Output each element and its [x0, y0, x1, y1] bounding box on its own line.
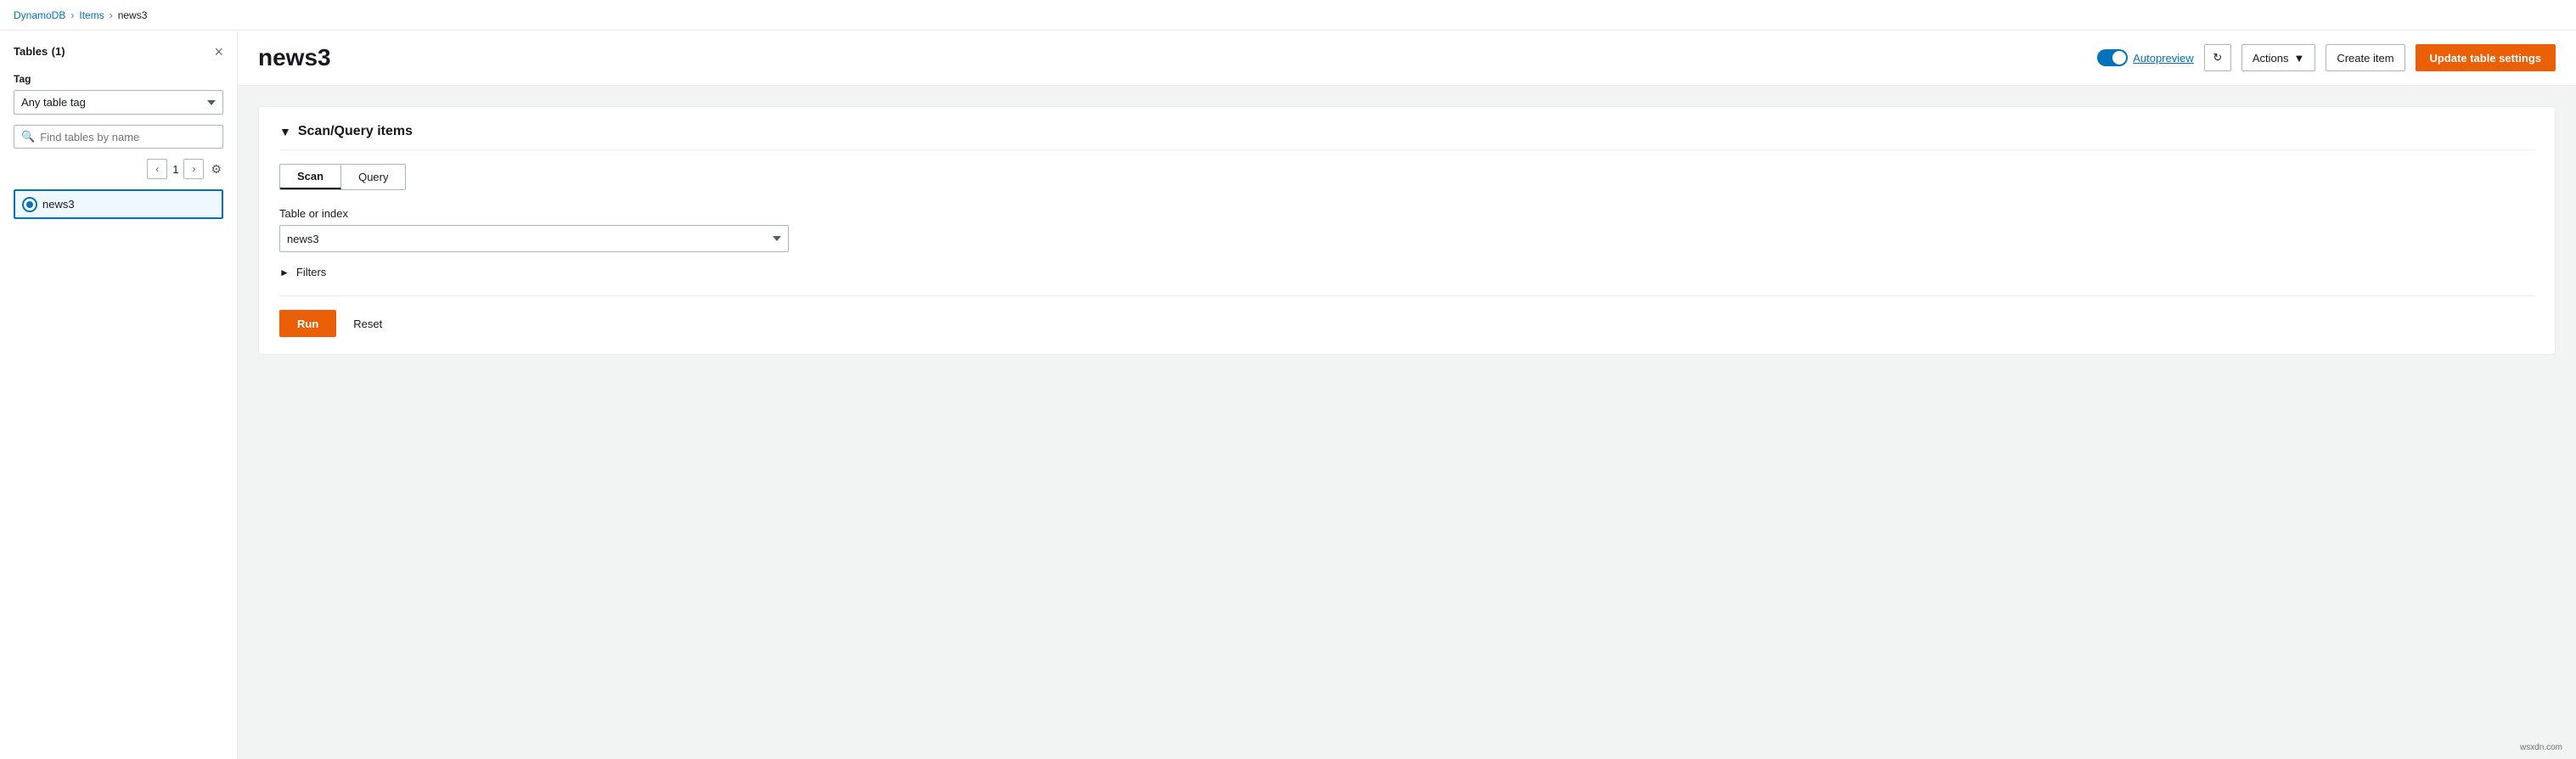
table-select-row: news3: [279, 225, 2534, 252]
breadcrumb-items[interactable]: Items: [79, 9, 104, 21]
header-actions: Autopreview ↻ Actions ▼ Create item Upda…: [2097, 44, 2556, 71]
create-item-button[interactable]: Create item: [2326, 44, 2404, 71]
footer-credit: wsxdn.com: [2513, 739, 2569, 756]
sidebar-title: Tables (1): [14, 44, 65, 59]
tab-query[interactable]: Query: [341, 165, 405, 189]
table-settings-button[interactable]: ⚙: [209, 160, 223, 178]
reset-button[interactable]: Reset: [346, 310, 389, 337]
next-page-button[interactable]: ›: [183, 159, 204, 179]
sidebar: Tables (1) × Tag Any table tag 🔍 ‹ 1 › ⚙…: [0, 31, 238, 759]
breadcrumb-dynamodb[interactable]: DynamoDB: [14, 9, 65, 21]
main-content: ▼ Scan/Query items Scan Query Table or i…: [238, 86, 2576, 759]
table-radio-selected: [24, 199, 36, 211]
main-layout: Tables (1) × Tag Any table tag 🔍 ‹ 1 › ⚙…: [0, 31, 2576, 759]
tab-scan[interactable]: Scan: [280, 165, 341, 189]
toggle-knob: [2112, 51, 2126, 65]
card-title: Scan/Query items: [298, 124, 413, 139]
table-index-select[interactable]: news3: [279, 225, 789, 252]
page-number: 1: [172, 163, 178, 176]
autopreview-label[interactable]: Autopreview: [2133, 52, 2194, 65]
refresh-button[interactable]: ↻: [2204, 44, 2231, 71]
search-icon: 🔍: [21, 130, 35, 143]
run-button[interactable]: Run: [279, 310, 336, 337]
scan-query-tab-group: Scan Query: [279, 164, 406, 190]
breadcrumb-sep-1: ›: [70, 9, 74, 21]
tag-select[interactable]: Any table tag: [14, 90, 223, 115]
actions-label: Actions: [2253, 52, 2289, 65]
autopreview-toggle[interactable]: Autopreview: [2097, 49, 2194, 66]
search-input[interactable]: [40, 131, 216, 143]
table-index-label: Table or index: [279, 207, 2534, 220]
breadcrumb: DynamoDB › Items › news3: [0, 0, 2576, 31]
table-index-field: Table or index news3: [279, 207, 2534, 252]
pagination-row: ‹ 1 › ⚙: [14, 159, 223, 179]
page-title: news3: [258, 44, 331, 71]
sidebar-header: Tables (1) ×: [14, 44, 223, 59]
card-header: ▼ Scan/Query items: [279, 124, 2534, 150]
content-area: news3 Autopreview ↻ Actions ▼ Create ite…: [238, 31, 2576, 759]
filters-label: Filters: [296, 266, 326, 278]
breadcrumb-sep-2: ›: [110, 9, 113, 21]
close-sidebar-button[interactable]: ×: [214, 44, 223, 59]
update-table-settings-button[interactable]: Update table settings: [2416, 44, 2556, 71]
breadcrumb-current: news3: [118, 9, 148, 21]
table-name: news3: [42, 198, 75, 211]
search-box: 🔍: [14, 125, 223, 149]
toggle-switch[interactable]: [2097, 49, 2128, 66]
page-header: news3 Autopreview ↻ Actions ▼ Create ite…: [238, 31, 2576, 86]
prev-page-button[interactable]: ‹: [147, 159, 167, 179]
collapse-arrow-icon[interactable]: ▼: [279, 125, 291, 138]
actions-button[interactable]: Actions ▼: [2241, 44, 2316, 71]
actions-chevron-icon: ▼: [2293, 52, 2304, 65]
filters-section[interactable]: ► Filters: [279, 266, 2534, 278]
refresh-icon: ↻: [2213, 51, 2222, 65]
button-row: Run Reset: [279, 295, 2534, 337]
tag-label: Tag: [14, 73, 223, 85]
scan-query-card: ▼ Scan/Query items Scan Query Table or i…: [258, 106, 2556, 355]
table-list-item[interactable]: news3: [14, 189, 223, 219]
filters-expand-icon: ►: [279, 267, 290, 278]
